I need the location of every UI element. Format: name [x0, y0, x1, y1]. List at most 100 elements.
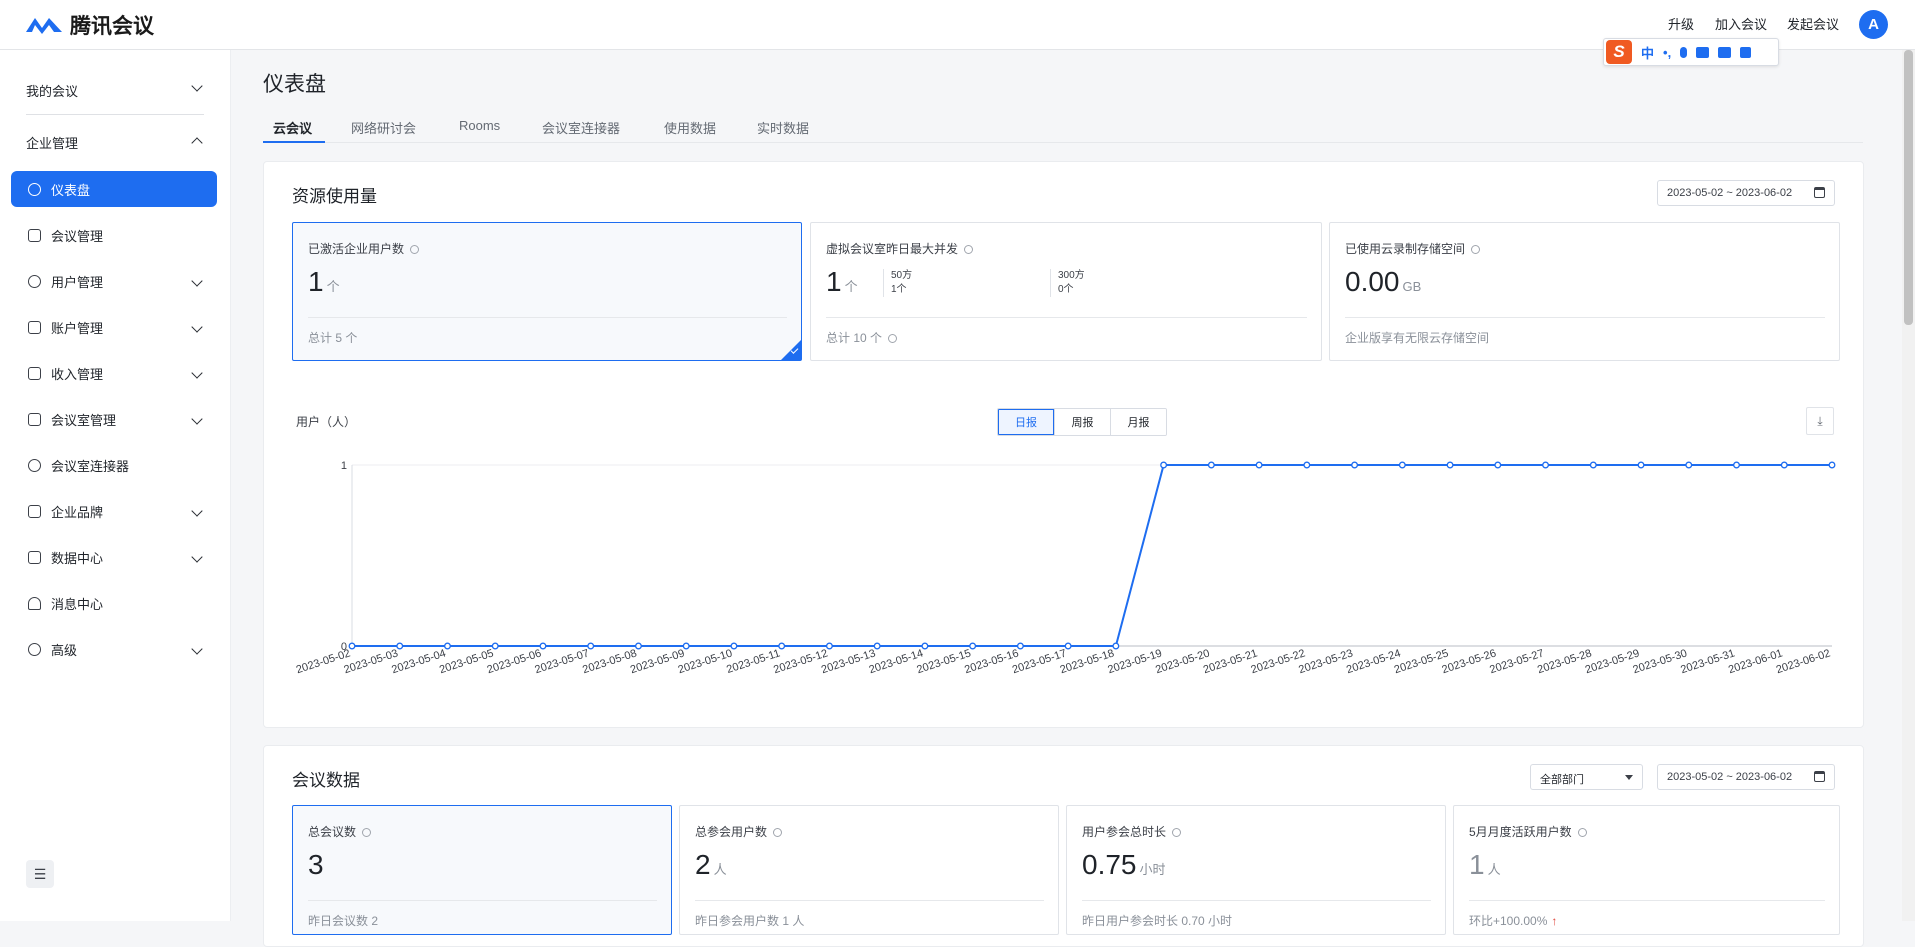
active-users-card[interactable]: 已激活企业用户数 1个 总计 5 个: [292, 222, 802, 361]
app-logo[interactable]: 腾讯会议: [24, 12, 154, 38]
chevron-down-icon: [191, 367, 203, 379]
meeting-date-range-picker[interactable]: 2023-05-02 ~ 2023-06-02: [1657, 764, 1835, 790]
sidebar-group-label: 我的会议: [26, 84, 79, 99]
card-footnote: 总计 10 个: [826, 329, 898, 346]
chart-x-tick-label: 2023-05-10: [677, 647, 734, 676]
sidebar-item-meeting-management[interactable]: 会议管理: [11, 217, 217, 253]
ime-toolbar[interactable]: S 中 •,: [1603, 38, 1779, 66]
tab-rooms[interactable]: Rooms: [459, 118, 500, 133]
chart-data-point: [491, 642, 499, 650]
meeting-data-panel: 会议数据 全部部门 2023-05-02 ~ 2023-06-02 总会议数 3…: [263, 745, 1864, 947]
total-duration-card[interactable]: 用户参会总时长 0.75 小时 昨日用户参会时长 0.70 小时: [1066, 805, 1446, 935]
calendar-icon: [1814, 187, 1825, 198]
card-divider: [1469, 900, 1825, 901]
scrollbar-thumb[interactable]: [1904, 50, 1913, 325]
tab-usage-data[interactable]: 使用数据: [664, 118, 716, 137]
total-participants-card[interactable]: 总参会用户数 2人 昨日参会用户数 1 人: [679, 805, 1059, 935]
dashboard-icon: [28, 182, 41, 196]
info-icon[interactable]: [410, 245, 420, 254]
info-icon[interactable]: [1172, 828, 1182, 837]
tab-realtime-data[interactable]: 实时数据: [757, 118, 809, 137]
chart-data-point: [1637, 461, 1645, 469]
avatar[interactable]: A: [1859, 10, 1888, 39]
card-divider: [308, 900, 657, 901]
sidebar-item-label: 企业品牌: [51, 504, 104, 520]
total-meetings-card[interactable]: 总会议数 3 昨日会议数 2: [292, 805, 672, 935]
sidebar-group-enterprise[interactable]: 企业管理: [26, 133, 203, 152]
chart-data-point: [348, 642, 356, 650]
sidebar-item-label: 会议室管理: [51, 412, 117, 428]
sidebar-group-my-meetings[interactable]: 我的会议: [26, 80, 203, 100]
chart-data-point: [730, 642, 738, 650]
chart-data-point: [969, 642, 977, 650]
start-meeting-link[interactable]: 发起会议: [1787, 14, 1839, 33]
skin-shirt-icon[interactable]: [1718, 46, 1732, 58]
sidebar-item-room-connector[interactable]: 会议室连接器: [11, 447, 217, 483]
card-divider: [308, 317, 787, 318]
chart-data-point: [1685, 461, 1693, 469]
date-range-value: 2023-05-02 ~ 2023-06-02: [1667, 771, 1793, 783]
sogou-ime-icon[interactable]: S: [1606, 40, 1632, 64]
ime-chinese-mode[interactable]: 中: [1641, 43, 1654, 62]
date-range-value: 2023-05-02 ~ 2023-06-02: [1667, 187, 1793, 199]
sidebar-item-income-management[interactable]: 收入管理: [11, 355, 217, 391]
chart-data-point: [1160, 461, 1168, 469]
sidebar-item-meeting-room-management[interactable]: 会议室管理: [11, 401, 217, 437]
chart-x-tick-label: 2023-05-05: [438, 647, 495, 676]
keyboard-icon[interactable]: [1696, 46, 1710, 58]
card-divider: [1082, 900, 1431, 901]
ime-punctuation[interactable]: •,: [1663, 45, 1671, 60]
link-icon: [28, 458, 41, 472]
sidebar-divider: [26, 114, 204, 115]
info-icon[interactable]: [773, 828, 783, 837]
virtual-room-concurrency-card[interactable]: 虚拟会议室昨日最大并发 1个 50方 1个 300方 0个 总计 10 个: [810, 222, 1322, 361]
account-icon: [28, 320, 41, 334]
monthly-report-button[interactable]: 月报: [1110, 409, 1166, 435]
card-label: 虚拟会议室昨日最大并发: [826, 240, 974, 257]
tab-webinar[interactable]: 网络研讨会: [351, 118, 416, 137]
chart-data-point: [635, 642, 642, 650]
info-icon[interactable]: [1471, 245, 1481, 254]
sidebar-item-account-management[interactable]: 账户管理: [11, 309, 217, 345]
sidebar-item-user-management[interactable]: 用户管理: [11, 263, 217, 299]
chart-x-tick-label: 2023-05-07: [533, 647, 590, 676]
info-icon[interactable]: [888, 334, 898, 343]
upgrade-link[interactable]: 升级: [1668, 14, 1694, 33]
monthly-active-users-card[interactable]: 5月月度活跃用户数 1人 环比+100.00% ↑: [1453, 805, 1840, 935]
collapse-sidebar-button[interactable]: ☰: [26, 860, 54, 888]
info-icon[interactable]: [964, 245, 974, 254]
sidebar-item-data-center[interactable]: 数据中心: [11, 539, 217, 575]
daily-report-button[interactable]: 日报: [998, 409, 1054, 435]
toolbox-grid-icon[interactable]: [1740, 46, 1752, 58]
chart-x-tick-label: 2023-05-16: [963, 647, 1020, 676]
download-button[interactable]: ⤓: [1806, 407, 1834, 435]
chart-x-tick-label: 2023-05-27: [1488, 647, 1545, 676]
department-select[interactable]: 全部部门: [1530, 764, 1643, 790]
info-icon[interactable]: [1577, 828, 1587, 837]
sidebar-item-dashboard[interactable]: 仪表盘: [11, 171, 217, 207]
page-scrollbar[interactable]: [1902, 50, 1915, 921]
meeting-room-icon: [28, 412, 41, 426]
chart-data-point: [1064, 642, 1072, 650]
chart-x-tick-label: 2023-05-14: [868, 647, 925, 676]
sidebar-item-advanced[interactable]: 高级: [11, 631, 217, 667]
tab-cloud-meeting[interactable]: 云会议: [273, 118, 312, 137]
cloud-storage-card[interactable]: 已使用云录制存储空间 0.00 GB 企业版享有无限云存储空间: [1329, 222, 1840, 361]
join-meeting-link[interactable]: 加入会议: [1715, 14, 1767, 33]
arrow-up-icon: ↑: [1551, 914, 1558, 928]
resource-date-range-picker[interactable]: 2023-05-02 ~ 2023-06-02: [1657, 180, 1835, 206]
chart-x-tick-label: 2023-05-30: [1631, 647, 1688, 676]
info-icon[interactable]: [362, 828, 372, 837]
weekly-report-button[interactable]: 周报: [1054, 409, 1110, 435]
chart-x-tick-label: 2023-05-08: [581, 647, 638, 676]
chart-data-point: [1398, 461, 1406, 469]
microphone-icon[interactable]: [1680, 46, 1688, 58]
chart-data-point: [396, 642, 404, 650]
bell-icon: [28, 596, 41, 610]
card-label: 5月月度活跃用户数: [1469, 823, 1587, 840]
card-label: 总会议数: [308, 823, 372, 840]
sidebar-item-message-center[interactable]: 消息中心: [11, 585, 217, 621]
chart-x-tick-label: 2023-05-17: [1011, 647, 1068, 676]
tab-room-connector[interactable]: 会议室连接器: [542, 118, 620, 137]
sidebar-item-enterprise-brand[interactable]: 企业品牌: [11, 493, 217, 529]
